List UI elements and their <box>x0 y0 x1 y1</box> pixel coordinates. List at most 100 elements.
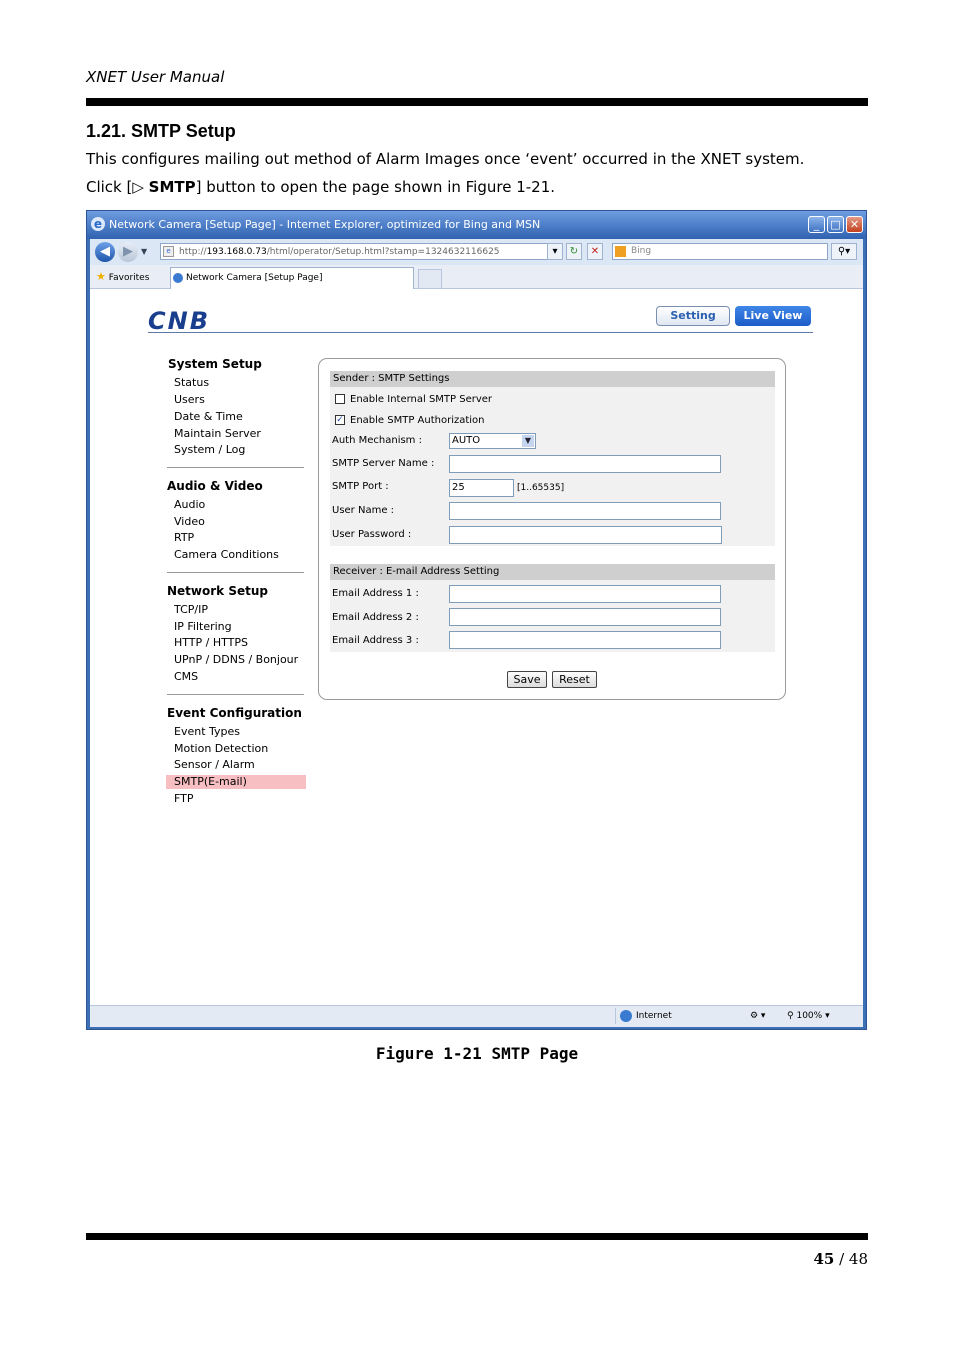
smtp-port-label: SMTP Port : <box>332 481 389 492</box>
menu-item-event-types[interactable]: Event Types <box>174 725 240 738</box>
menu-divider <box>167 572 304 573</box>
search-icon[interactable]: ⚲▾ <box>831 243 857 260</box>
protected-mode-icon[interactable]: ⚙ ▾ <box>750 1011 765 1021</box>
reset-button[interactable]: Reset <box>552 671 597 688</box>
user-password-label: User Password : <box>332 529 412 540</box>
email-address-1-label: Email Address 1 : <box>332 588 419 599</box>
enable-internal-label: Enable Internal SMTP Server <box>350 394 493 405</box>
menu-audio-video: Audio & Video <box>167 479 263 493</box>
status-bar: Internet ⚙ ▾ ⚲ 100% ▾ <box>90 1005 863 1027</box>
new-tab-button[interactable] <box>418 269 442 289</box>
page-total: 48 <box>848 1250 868 1268</box>
title-bar: e Network Camera [Setup Page] - Internet… <box>87 211 866 239</box>
window-title: Network Camera [Setup Page] - Internet E… <box>109 218 541 231</box>
menu-event-configuration: Event Configuration <box>167 706 302 720</box>
refresh-icon[interactable]: ↻ <box>566 243 582 260</box>
star-icon: ★ <box>96 270 106 283</box>
address-bar: ◀ ▶ ▼ http://193.168.0.73/html/operator/… <box>90 239 863 265</box>
url-path: /html/operator/Setup.html?stamp=13246321… <box>266 247 500 257</box>
menu-item-upnp[interactable]: UPnP / DDNS / Bonjour <box>174 653 298 666</box>
menu-item-maintain-server[interactable]: Maintain Server <box>174 427 261 440</box>
globe-icon <box>620 1010 632 1022</box>
ie-logo-icon: e <box>91 217 105 231</box>
email-address-1-input[interactable] <box>449 585 721 603</box>
history-dropdown-icon[interactable]: ▼ <box>141 247 147 256</box>
email-address-3-label: Email Address 3 : <box>332 635 419 646</box>
header-rule <box>86 98 868 106</box>
menu-divider <box>167 467 304 468</box>
smtp-port-input[interactable]: 25 <box>449 479 514 497</box>
favorites-bar: ★ Favorites Network Camera [Setup Page] <box>90 265 863 289</box>
bing-icon <box>615 246 626 257</box>
forward-icon[interactable]: ▶ <box>118 242 138 262</box>
zoom-icon: ⚲ <box>787 1011 794 1021</box>
menu-system-setup: System Setup <box>168 357 262 371</box>
smtp-port-range: [1..65535] <box>517 483 565 493</box>
user-name-label: User Name : <box>332 505 395 516</box>
auth-mechanism-select[interactable]: AUTO ▼ <box>449 433 536 449</box>
menu-item-users[interactable]: Users <box>174 393 205 406</box>
auth-mechanism-label: Auth Mechanism : <box>332 435 422 446</box>
maximize-icon[interactable]: □ <box>827 216 844 233</box>
enable-auth-label: Enable SMTP Authorization <box>350 415 485 426</box>
auth-mechanism-value: AUTO <box>452 435 481 446</box>
save-button[interactable]: Save <box>507 671 547 688</box>
page-number: 45 / 48 <box>800 1250 868 1268</box>
menu-item-smtp-email[interactable]: SMTP(E-mail) <box>174 775 247 788</box>
menu-item-http-https[interactable]: HTTP / HTTPS <box>174 636 248 649</box>
menu-item-ftp[interactable]: FTP <box>174 792 194 805</box>
smtp-server-name-label: SMTP Server Name : <box>332 458 435 469</box>
page-current: 45 <box>813 1250 835 1268</box>
zoom-value: 100% <box>796 1011 823 1021</box>
status-divider <box>615 1008 616 1024</box>
url-input[interactable]: http://193.168.0.73/html/operator/Setup.… <box>160 243 562 260</box>
url-dropdown-icon[interactable]: ▾ <box>547 243 563 260</box>
chevron-down-icon: ▼ <box>522 435 534 447</box>
footer-rule <box>86 1233 868 1240</box>
zoom-control[interactable]: ⚲ 100% ▾ <box>787 1011 830 1021</box>
instruction-bold: SMTP <box>148 178 196 196</box>
url-host: 193.168.0.73 <box>206 247 267 257</box>
enable-auth-checkbox[interactable]: ✓ <box>335 415 345 425</box>
smtp-server-name-input[interactable] <box>449 455 721 473</box>
menu-item-cms[interactable]: CMS <box>174 670 198 683</box>
page-icon: e <box>163 246 174 257</box>
page-content: CNB Setting Live View System Setup Statu… <box>90 289 863 1005</box>
favorites-label: Favorites <box>108 273 150 283</box>
menu-item-ip-filtering[interactable]: IP Filtering <box>174 620 232 633</box>
document-header: XNET User Manual <box>86 68 225 86</box>
header-divider <box>148 332 813 333</box>
email-address-3-input[interactable] <box>449 631 721 649</box>
email-address-2-input[interactable] <box>449 608 721 626</box>
menu-item-video[interactable]: Video <box>174 515 205 528</box>
page-separator: / <box>834 1250 849 1268</box>
menu-item-camera-conditions[interactable]: Camera Conditions <box>174 548 279 561</box>
close-icon[interactable]: ✕ <box>846 216 863 233</box>
minimize-icon[interactable]: _ <box>808 216 825 233</box>
favorites-button[interactable]: ★ Favorites <box>96 270 149 283</box>
tab-page-icon <box>173 273 183 283</box>
user-name-input[interactable] <box>449 502 721 520</box>
live-view-button[interactable]: Live View <box>735 306 811 326</box>
search-input[interactable]: Bing <box>612 243 828 260</box>
cnb-logo: CNB <box>148 307 210 335</box>
menu-item-motion-detection[interactable]: Motion Detection <box>174 742 268 755</box>
back-icon[interactable]: ◀ <box>95 242 115 262</box>
menu-item-sensor-alarm[interactable]: Sensor / Alarm <box>174 758 255 771</box>
setting-button[interactable]: Setting <box>656 306 730 326</box>
menu-item-date-time[interactable]: Date & Time <box>174 410 243 423</box>
menu-item-rtp[interactable]: RTP <box>174 531 194 544</box>
menu-item-tcpip[interactable]: TCP/IP <box>174 603 208 616</box>
enable-internal-checkbox[interactable] <box>335 394 345 404</box>
menu-item-status[interactable]: Status <box>174 376 209 389</box>
user-password-input[interactable] <box>449 526 722 544</box>
menu-item-system-log[interactable]: System / Log <box>174 443 245 456</box>
browser-tab[interactable]: Network Camera [Setup Page] <box>170 267 414 289</box>
instruction-suffix: ] button to open the page shown in Figur… <box>195 178 556 196</box>
figure-caption: Figure 1-21 SMTP Page <box>375 1044 579 1063</box>
smtp-panel: Sender : SMTP Settings Enable Internal S… <box>318 358 786 700</box>
email-address-2-label: Email Address 2 : <box>332 612 419 623</box>
stop-icon[interactable]: ✕ <box>587 243 603 260</box>
browser-window: e Network Camera [Setup Page] - Internet… <box>86 210 867 1030</box>
menu-item-audio[interactable]: Audio <box>174 498 205 511</box>
